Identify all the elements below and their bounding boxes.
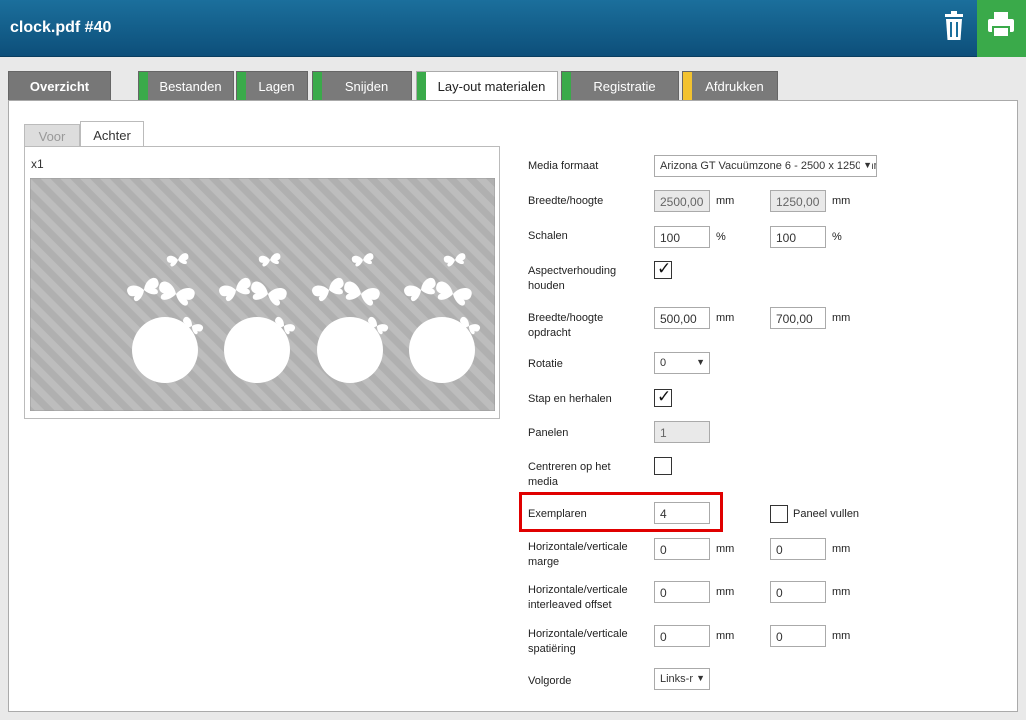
panels-label: Panelen [528, 427, 569, 439]
subtab-label: Voor [38, 129, 66, 144]
scale-y-input[interactable]: 100 [770, 226, 826, 248]
unit-label: mm [716, 586, 735, 598]
order-select[interactable]: Links-r ▼ [654, 668, 710, 690]
scale-x-input[interactable]: 100 [654, 226, 710, 248]
unit-label: mm [716, 195, 735, 207]
order-label: Volgorde [528, 675, 572, 687]
order-value: Links-r [660, 673, 694, 685]
unit-label: mm [832, 630, 851, 642]
tab-label: Overzicht [29, 79, 90, 94]
tab-overzicht[interactable]: Overzicht [8, 71, 111, 101]
margin-v-input[interactable]: 0 [770, 538, 826, 560]
chevron-down-icon: ▼ [694, 673, 705, 683]
chevron-down-icon: ▼ [696, 357, 705, 367]
fill-panel-checkbox[interactable] [770, 505, 788, 523]
spacing-label: Horizontale/verticale spatiëring [528, 628, 628, 655]
unit-label: mm [832, 195, 851, 207]
offset-h-input[interactable]: 0 [654, 581, 710, 603]
status-indicator [562, 72, 571, 101]
copy-count-label: x1 [31, 157, 44, 171]
status-indicator [139, 72, 148, 101]
status-indicator [683, 72, 692, 101]
job-height-input[interactable]: 700,00 [770, 307, 826, 329]
chevron-down-icon: ▼ [860, 160, 872, 170]
status-indicator [313, 72, 322, 101]
printer-icon [988, 12, 1014, 38]
tab-lagen[interactable]: Lagen [236, 71, 308, 101]
rotation-value: 0 [660, 357, 667, 369]
unit-label: % [716, 231, 726, 243]
tab-label: Lay-out materialen [437, 79, 546, 94]
unit-label: mm [716, 312, 735, 324]
copies-highlight-box [519, 492, 723, 532]
step-repeat-checkbox[interactable]: ✓ [654, 387, 672, 407]
scale-label: Schalen [528, 230, 568, 242]
step-repeat-label: Stap en herhalen [528, 393, 612, 405]
status-indicator [237, 72, 246, 101]
keep-aspect-label: Aspectverhouding houden [528, 265, 617, 292]
media-format-label: Media formaat [528, 160, 599, 172]
margin-label: Horizontale/verticale marge [528, 541, 628, 568]
job-width-input[interactable]: 500,00 [654, 307, 710, 329]
offset-v-input[interactable]: 0 [770, 581, 826, 603]
tab-afdrukken[interactable]: Afdrukken [682, 71, 778, 101]
tab-bestanden[interactable]: Bestanden [138, 71, 234, 101]
print-button[interactable] [977, 0, 1026, 57]
media-height-input: 1250,00 [770, 190, 826, 212]
subtab-voor[interactable]: Voor [24, 124, 80, 147]
offset-label: Horizontale/verticale interleaved offset [528, 584, 628, 611]
unit-label: mm [716, 543, 735, 555]
media-format-select[interactable]: Arizona GT Vacuümzone 6 - 2500 x 1250 mm… [654, 155, 877, 177]
document-title: clock.pdf #40 [10, 19, 112, 36]
unit-label: mm [832, 312, 851, 324]
center-media-checkbox[interactable] [654, 457, 672, 475]
keep-aspect-checkbox[interactable]: ✓ [654, 259, 672, 279]
subtab-label: Achter [93, 128, 131, 143]
margin-h-input[interactable]: 0 [654, 538, 710, 560]
status-indicator [417, 72, 426, 102]
panels-input: 1 [654, 421, 710, 443]
tab-label: Lagen [258, 79, 295, 94]
tab-layout-materialen[interactable]: Lay-out materialen [416, 71, 558, 102]
rotation-select[interactable]: 0 ▼ [654, 352, 710, 374]
trash-icon[interactable] [936, 8, 972, 44]
tab-label: Snijden [344, 79, 389, 94]
spacing-v-input[interactable]: 0 [770, 625, 826, 647]
tab-snijden[interactable]: Snijden [312, 71, 412, 101]
checkmark-icon: ✓ [657, 387, 672, 406]
rotation-label: Rotatie [528, 358, 563, 370]
spacing-h-input[interactable]: 0 [654, 625, 710, 647]
tab-label: Registratie [593, 79, 656, 94]
media-preview-image [30, 178, 495, 411]
layout-preview: x1 [24, 146, 500, 419]
app-header: clock.pdf #40 [0, 0, 1026, 57]
unit-label: mm [716, 630, 735, 642]
checkmark-icon: ✓ [657, 259, 672, 278]
job-size-label: Breedte/hoogte opdracht [528, 312, 604, 339]
unit-label: mm [832, 586, 851, 598]
tab-registratie[interactable]: Registratie [561, 71, 679, 101]
fill-panel-label: Paneel vullen [793, 508, 860, 520]
media-width-input: 2500,00 [654, 190, 710, 212]
media-format-value: Arizona GT Vacuümzone 6 - 2500 x 1250 mm [660, 160, 877, 172]
tab-label: Bestanden [159, 79, 222, 94]
subtab-achter[interactable]: Achter [80, 121, 144, 147]
center-media-label: Centreren op het media [528, 461, 611, 488]
width-height-label: Breedte/hoogte [528, 195, 604, 207]
unit-label: % [832, 231, 842, 243]
unit-label: mm [832, 543, 851, 555]
tab-label: Afdrukken [705, 79, 764, 94]
